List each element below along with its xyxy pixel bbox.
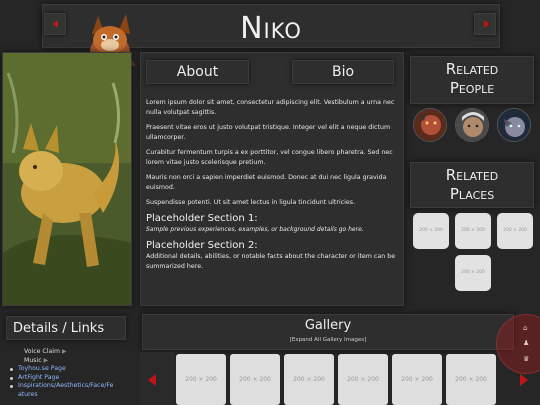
triangle-left-icon	[53, 20, 58, 28]
related-place-thumb[interactable]: 200 × 200	[497, 213, 533, 249]
bio-content: Lorem ipsum dolor sit amet, consectetur …	[146, 98, 396, 277]
details-header: Details / Links	[6, 316, 126, 340]
gallery-thumb[interactable]: 200 × 200	[446, 354, 496, 405]
bio-paragraph: Mauris non orci a sapien imperdiet euism…	[146, 174, 387, 191]
home-icon[interactable]: ⌂	[523, 324, 527, 332]
user-icon[interactable]: ♟	[523, 339, 529, 347]
section2-text: Additional details, abilities, or notabl…	[146, 253, 396, 270]
section1-text: Sample previous experiences, examples, o…	[146, 226, 364, 233]
bio-paragraph: Praesent vitae eros ut justo volutpat tr…	[146, 124, 391, 141]
gallery-thumb[interactable]: 200 × 200	[284, 354, 334, 405]
related-person-avatar[interactable]	[455, 108, 489, 142]
link-artfight[interactable]: ArtFight Page	[8, 374, 113, 383]
section1-heading: Placeholder Section 1:	[146, 212, 258, 224]
related-place-thumb[interactable]: 200 × 200	[455, 213, 491, 249]
prev-page-button[interactable]	[44, 13, 66, 35]
play-icon: ▶	[43, 356, 49, 364]
gallery-prev-icon[interactable]	[148, 374, 156, 386]
music-toggle[interactable]: Music ▶	[8, 357, 113, 366]
tab-bio[interactable]: Bio	[292, 60, 394, 84]
play-icon: ▶	[61, 348, 67, 355]
expand-gallery-link[interactable]: [Expand All Gallery Images]	[143, 337, 513, 343]
voice-claim-toggle[interactable]: Voice Claim ▶	[8, 348, 113, 357]
related-people-title-2: People	[449, 79, 495, 97]
related-person-avatar[interactable]	[413, 108, 447, 142]
related-person-avatar[interactable]	[497, 108, 531, 142]
music-label: Music	[24, 356, 42, 364]
bio-paragraph: Curabitur fermentum turpis a ex porttito…	[146, 149, 393, 166]
gallery-thumb[interactable]: 200 × 200	[230, 354, 280, 405]
portrait-image	[3, 53, 131, 305]
bio-paragraph: Suspendisse potenti. Ut sit amet lectus …	[146, 199, 356, 206]
link-inspirations[interactable]: Inspirations/Aesthetics/Face/Fe atures	[8, 382, 113, 399]
details-title: Details / Links	[13, 321, 105, 336]
character-portrait	[2, 52, 132, 306]
gallery-header: Gallery [Expand All Gallery Images]	[142, 314, 514, 350]
details-links: Voice Claim ▶ Music ▶ Toyhou.se Page Art…	[8, 348, 113, 399]
tab-about[interactable]: About	[146, 60, 249, 84]
crown-icon[interactable]: ♛	[523, 355, 529, 363]
gallery-next-icon[interactable]	[520, 374, 528, 386]
gallery-title: Gallery	[304, 318, 352, 333]
related-people-title-1: Related	[445, 60, 499, 78]
triangle-right-icon	[484, 20, 489, 28]
related-places-title-2: Places	[449, 185, 495, 203]
section2-heading: Placeholder Section 2:	[146, 239, 258, 251]
related-places-header: Related Places	[410, 162, 534, 208]
gallery-strip	[140, 352, 174, 405]
gallery-thumb[interactable]: 200 × 200	[392, 354, 442, 405]
link-inspirations-line2: atures	[18, 390, 38, 398]
gallery-thumb[interactable]: 200 × 200	[338, 354, 388, 405]
link-toyhouse[interactable]: Toyhou.se Page	[8, 365, 113, 374]
voice-claim-label: Voice Claim	[24, 348, 61, 355]
related-people-header: Related People	[410, 56, 534, 104]
bio-paragraph: Lorem ipsum dolor sit amet, consectetur …	[146, 99, 395, 116]
related-place-thumb[interactable]: 200 × 200	[413, 213, 449, 249]
link-inspirations-line1: Inspirations/Aesthetics/Face/Fe	[18, 382, 114, 389]
gallery-thumb[interactable]: 200 × 200	[176, 354, 226, 405]
related-places-title-1: Related	[445, 166, 499, 184]
next-page-button[interactable]	[474, 13, 496, 35]
related-place-thumb[interactable]: 200 × 200	[455, 255, 491, 291]
